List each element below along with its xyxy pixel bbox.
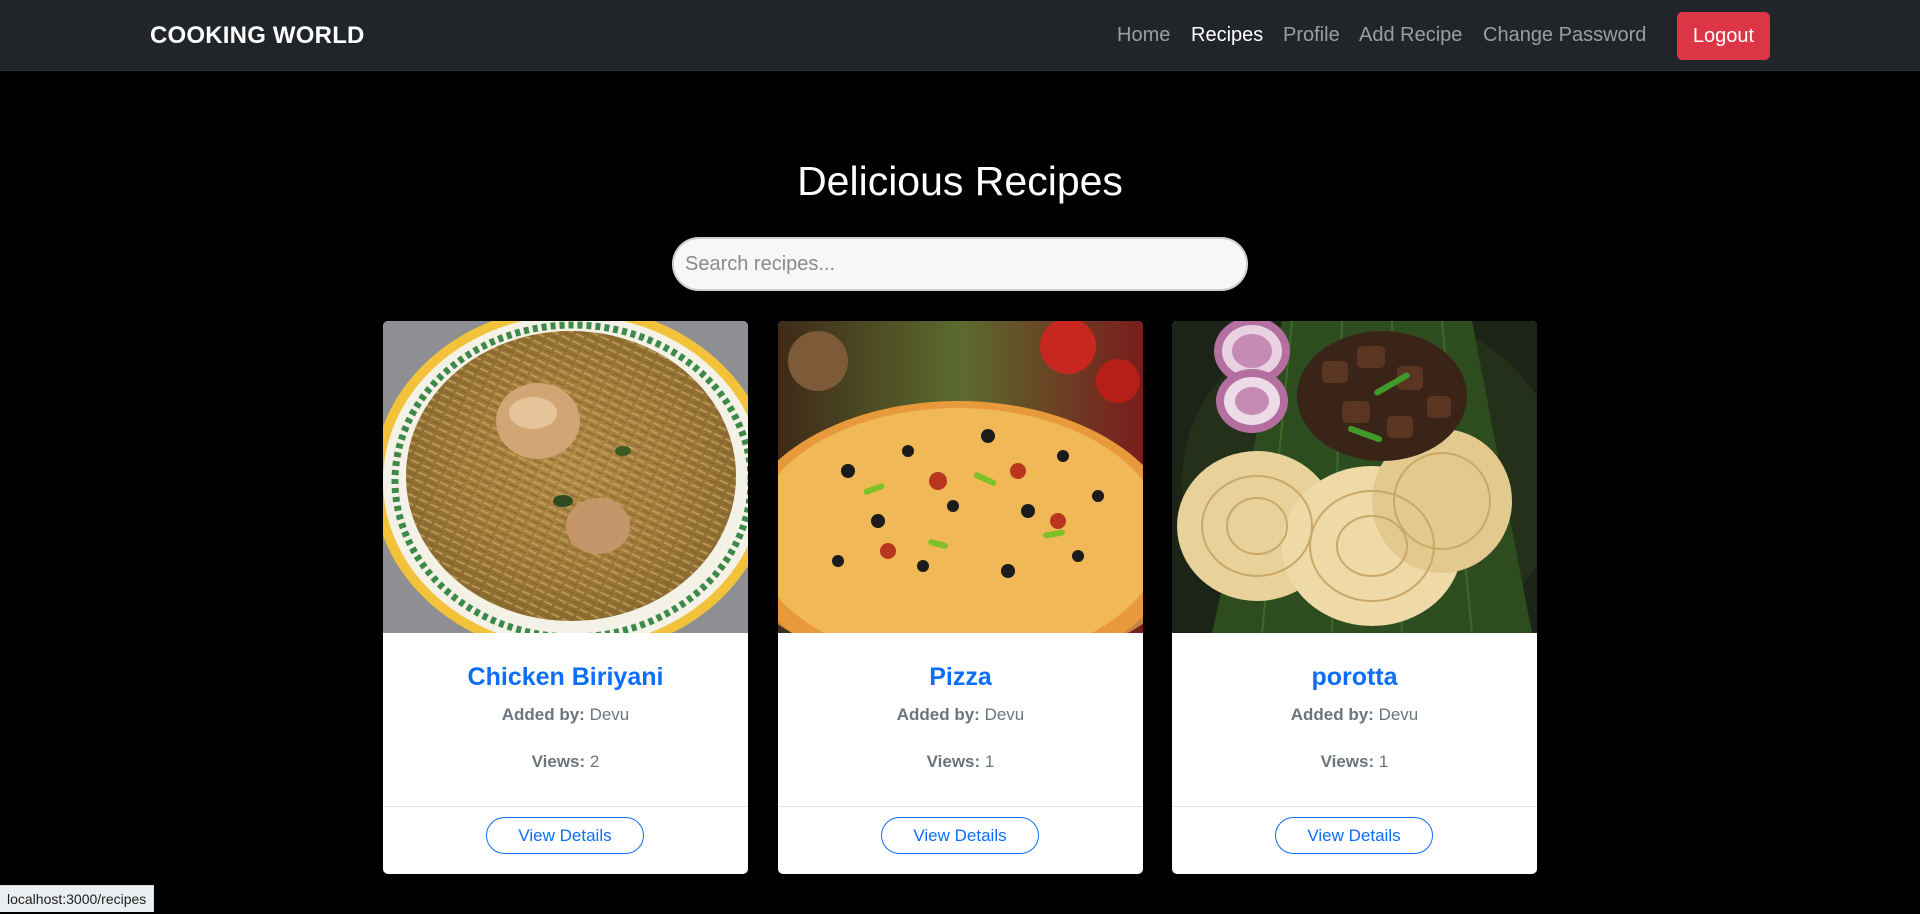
recipe-views: Views: 1 bbox=[1172, 752, 1537, 772]
nav-link-home[interactable]: Home bbox=[1117, 24, 1170, 47]
porotta-photo bbox=[1172, 321, 1537, 633]
page-title: Delicious Recipes bbox=[797, 158, 1123, 204]
view-details-button[interactable]: View Details bbox=[486, 817, 644, 854]
views-label: Views: bbox=[531, 752, 586, 771]
recipe-views: Views: 2 bbox=[383, 752, 748, 772]
view-details-button[interactable]: View Details bbox=[881, 817, 1039, 854]
chicken-biriyani-photo bbox=[383, 321, 748, 633]
recipe-author: Added by: Devu bbox=[1172, 705, 1537, 725]
recipe-views: Views: 1 bbox=[778, 752, 1143, 772]
status-bar-url: localhost:3000/recipes bbox=[0, 885, 155, 912]
views-label: Views: bbox=[1320, 752, 1375, 771]
recipe-title[interactable]: Chicken Biriyani bbox=[383, 663, 748, 692]
nav-link-recipes[interactable]: Recipes bbox=[1191, 24, 1263, 47]
added-by-label: Added by: bbox=[501, 705, 585, 724]
author-name: Devu bbox=[984, 705, 1025, 724]
recipe-title[interactable]: Pizza bbox=[778, 663, 1143, 692]
recipe-title[interactable]: porotta bbox=[1172, 663, 1537, 692]
brand-logo[interactable]: COOKING WORLD bbox=[150, 22, 365, 50]
nav-link-profile[interactable]: Profile bbox=[1283, 24, 1340, 47]
top-navbar: COOKING WORLD Home Recipes Profile Add R… bbox=[0, 0, 1920, 71]
card-divider bbox=[1172, 806, 1537, 807]
added-by-label: Added by: bbox=[1290, 705, 1374, 724]
pizza-photo bbox=[778, 321, 1143, 633]
card-divider bbox=[778, 806, 1143, 807]
recipe-card: Pizza Added by: Devu Views: 1 View Detai… bbox=[778, 321, 1143, 874]
views-count: 1 bbox=[1378, 752, 1389, 771]
author-name: Devu bbox=[1378, 705, 1419, 724]
recipe-card: Chicken Biriyani Added by: Devu Views: 2… bbox=[383, 321, 748, 874]
added-by-label: Added by: bbox=[896, 705, 980, 724]
nav-link-add-recipe[interactable]: Add Recipe bbox=[1359, 24, 1462, 47]
recipe-author: Added by: Devu bbox=[778, 705, 1143, 725]
card-divider bbox=[383, 806, 748, 807]
logout-button[interactable]: Logout bbox=[1677, 12, 1770, 60]
nav-link-change-password[interactable]: Change Password bbox=[1483, 24, 1646, 47]
recipe-author: Added by: Devu bbox=[383, 705, 748, 725]
search-input[interactable] bbox=[672, 237, 1248, 291]
views-label: Views: bbox=[926, 752, 981, 771]
view-details-button[interactable]: View Details bbox=[1275, 817, 1433, 854]
author-name: Devu bbox=[589, 705, 630, 724]
views-count: 2 bbox=[589, 752, 600, 771]
views-count: 1 bbox=[984, 752, 995, 771]
recipe-card: porotta Added by: Devu Views: 1 View Det… bbox=[1172, 321, 1537, 874]
